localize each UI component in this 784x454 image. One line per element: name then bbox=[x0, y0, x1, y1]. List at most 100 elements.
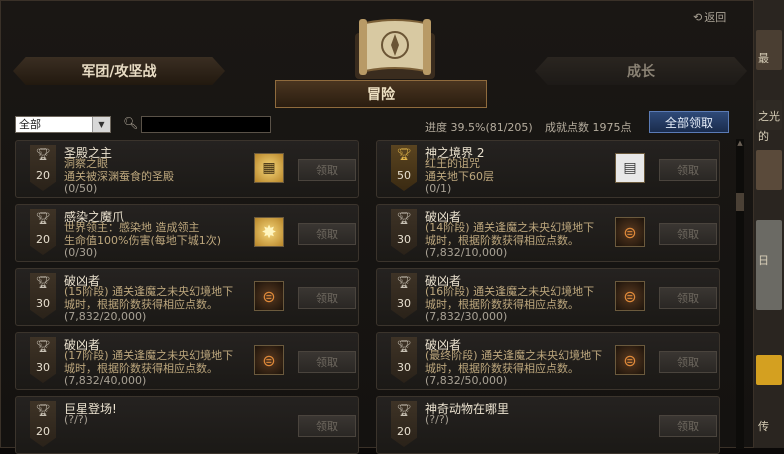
trophy-icon: 🏆︎ bbox=[35, 275, 51, 289]
tab-adventure[interactable]: 冒险 bbox=[275, 80, 487, 108]
achievement-card: 🏆︎ 50 神之境界 2 红王的诅咒 通关地下60层 (0/1) ▤ 领取 bbox=[376, 140, 720, 198]
achievement-description: (14阶段) 通关逢魔之未央幻境地下 城时，根据阶数获得相应点数。 bbox=[425, 221, 595, 247]
tab-legion-raid[interactable]: 军团/攻坚战 bbox=[13, 57, 225, 85]
gold-burst-icon: ✸ bbox=[254, 217, 284, 247]
achievement-progress: (0/50) bbox=[64, 182, 98, 195]
back-label: 返回 bbox=[704, 11, 727, 24]
trophy-badge: 🏆︎ 20 bbox=[391, 401, 417, 447]
trophy-badge: 🏆︎ 50 bbox=[391, 145, 417, 191]
achievement-points-value: 20 bbox=[397, 425, 411, 438]
tab-growth[interactable]: 成长 bbox=[535, 57, 747, 85]
trophy-icon: 🏆︎ bbox=[35, 403, 51, 417]
achievement-card: 🏆︎ 30 破凶者 (16阶段) 通关逢魔之未央幻境地下 城时，根据阶数获得相应点数。… bbox=[376, 268, 720, 326]
claim-button[interactable]: 领取 bbox=[659, 351, 717, 373]
scrollbar-thumb[interactable] bbox=[736, 193, 744, 211]
achievement-points-value: 30 bbox=[397, 233, 411, 246]
achievement-points-value: 30 bbox=[397, 297, 411, 310]
trophy-badge: 🏆︎ 30 bbox=[391, 209, 417, 255]
scroll-up-arrow-icon[interactable]: ▲ bbox=[736, 139, 744, 147]
claim-button[interactable]: 领取 bbox=[659, 415, 717, 437]
back-button[interactable]: ⟲ 返回 bbox=[693, 9, 726, 25]
return-arrow-icon: ⟲ bbox=[693, 10, 703, 24]
achievement-description: 洞察之眼 通关被深渊蚕食的圣殿 bbox=[64, 157, 174, 183]
gold-panel-icon: ▦ bbox=[254, 153, 284, 183]
claim-button[interactable]: 领取 bbox=[659, 159, 717, 181]
achievement-points-value: 30 bbox=[397, 361, 411, 374]
background-art bbox=[756, 355, 782, 385]
background-art bbox=[756, 150, 782, 190]
trophy-icon: 🏆︎ bbox=[396, 403, 412, 417]
achievement-points: 成就点数 1975点 bbox=[545, 121, 632, 134]
achievement-card: 🏆︎ 20 感染之魔爪 世界领主：感染地 造成领主 生命值100%伤害(每地下城1次)… bbox=[15, 204, 359, 262]
achievement-panel: ⟲ 返回 军团/攻坚战 成长 冒险 全部 ▼ 🔍︎ 进度 39.5%(81/20… bbox=[0, 0, 754, 454]
achievement-progress: (?/?) bbox=[64, 413, 88, 426]
achievement-progress: (0/1) bbox=[425, 182, 452, 195]
search-input[interactable] bbox=[141, 116, 271, 133]
achievement-description: 红王的诅咒 通关地下60层 bbox=[425, 157, 494, 183]
trophy-icon: 🏆︎ bbox=[35, 211, 51, 225]
achievement-progress: (?/?) bbox=[425, 413, 449, 426]
achievement-points-value: 20 bbox=[36, 425, 50, 438]
category-select-value: 全部 bbox=[19, 118, 41, 131]
trophy-badge: 🏆︎ 30 bbox=[30, 337, 56, 383]
achievement-progress: (0/30) bbox=[64, 246, 98, 259]
trophy-badge: 🏆︎ 30 bbox=[30, 273, 56, 319]
achievement-card: 🏆︎ 30 破凶者 (15阶段) 通关逢魔之未央幻境地下 城时，根据阶数获得相应点数。… bbox=[15, 268, 359, 326]
search-icon: 🔍︎ bbox=[123, 116, 139, 130]
trophy-icon: 🏆︎ bbox=[35, 339, 51, 353]
category-select[interactable]: 全部 ▼ bbox=[15, 116, 111, 133]
claim-button[interactable]: 领取 bbox=[298, 351, 356, 373]
achievement-card: 🏆︎ 20 巨星登场! (?/?) 领取 bbox=[15, 396, 359, 454]
trophy-badge: 🏆︎ 20 bbox=[30, 145, 56, 191]
achievement-card: 🏆︎ 30 破凶者 (17阶段) 通关逢魔之未央幻境地下 城时，根据阶数获得相应点数。… bbox=[15, 332, 359, 390]
trophy-icon: 🏆︎ bbox=[396, 339, 412, 353]
achievement-card: 🏆︎ 20 圣殿之主 洞察之眼 通关被深渊蚕食的圣殿 (0/50) ▦ 领取 bbox=[15, 140, 359, 198]
progress-text: 进度 39.5%(81/205) bbox=[425, 121, 533, 134]
achievement-points-value: 20 bbox=[36, 233, 50, 246]
dropdown-arrow-icon[interactable]: ▼ bbox=[92, 117, 110, 132]
achievement-description: (15阶段) 通关逢魔之未央幻境地下 城时，根据阶数获得相应点数。 bbox=[64, 285, 234, 311]
side-text: 之光 bbox=[758, 110, 780, 123]
rune-emblem-icon: ⊜ bbox=[254, 281, 284, 311]
trophy-icon: 🏆︎ bbox=[396, 275, 412, 289]
claim-button[interactable]: 领取 bbox=[298, 287, 356, 309]
achievement-card: 🏆︎ 30 破凶者 (14阶段) 通关逢魔之未央幻境地下 城时，根据阶数获得相应点数。… bbox=[376, 204, 720, 262]
trophy-badge: 🏆︎ 30 bbox=[391, 273, 417, 319]
achievement-progress: (7,832/40,000) bbox=[64, 374, 147, 387]
achievement-description: (17阶段) 通关逢魔之未央幻境地下 城时，根据阶数获得相应点数。 bbox=[64, 349, 234, 375]
achievement-card: 🏆︎ 30 破凶者 (最终阶段) 通关逢魔之未央幻境地下 城时，根据阶数获得相应点数。… bbox=[376, 332, 720, 390]
side-text: 最 bbox=[758, 52, 769, 65]
achievement-card: 🏆︎ 20 神奇动物在哪里 (?/?) 领取 bbox=[376, 396, 720, 454]
rune-emblem-icon: ⊜ bbox=[254, 345, 284, 375]
trophy-badge: 🏆︎ 20 bbox=[30, 209, 56, 255]
achievement-points-value: 50 bbox=[397, 169, 411, 182]
achievement-progress: (7,832/20,000) bbox=[64, 310, 147, 323]
achievement-progress: (7,832/50,000) bbox=[425, 374, 508, 387]
background-game-strip: 最 之光 的 日 传 bbox=[754, 0, 784, 448]
side-text: 日 bbox=[758, 254, 769, 267]
achievement-points-value: 30 bbox=[36, 361, 50, 374]
side-text: 传 bbox=[758, 420, 769, 433]
trophy-icon: 🏆︎ bbox=[35, 147, 51, 161]
claim-button[interactable]: 领取 bbox=[298, 223, 356, 245]
trophy-badge: 🏆︎ 30 bbox=[391, 337, 417, 383]
rune-emblem-icon: ⊜ bbox=[615, 217, 645, 247]
achievement-description: (16阶段) 通关逢魔之未央幻境地下 城时，根据阶数获得相应点数。 bbox=[425, 285, 595, 311]
claim-button[interactable]: 领取 bbox=[659, 223, 717, 245]
trophy-icon: 🏆︎ bbox=[396, 211, 412, 225]
claim-button[interactable]: 领取 bbox=[659, 287, 717, 309]
trophy-icon: 🏆︎ bbox=[396, 147, 412, 161]
claim-all-button[interactable]: 全部领取 bbox=[649, 111, 729, 133]
achievement-progress: (7,832/10,000) bbox=[425, 246, 508, 259]
achievement-description: (最终阶段) 通关逢魔之未央幻境地下 城时，根据阶数获得相应点数。 bbox=[425, 349, 603, 375]
claim-button[interactable]: 领取 bbox=[298, 159, 356, 181]
scroll-compass-emblem bbox=[355, 19, 435, 79]
achievement-points-value: 20 bbox=[36, 169, 50, 182]
claim-button[interactable]: 领取 bbox=[298, 415, 356, 437]
scroll-paper-icon: ▤ bbox=[615, 153, 645, 183]
achievement-description: 世界领主：感染地 造成领主 生命值100%伤害(每地下城1次) bbox=[64, 221, 222, 247]
achievement-progress: (7,832/30,000) bbox=[425, 310, 508, 323]
scrollbar-track[interactable] bbox=[736, 139, 744, 449]
side-text: 的 bbox=[758, 130, 769, 143]
achievement-points-value: 30 bbox=[36, 297, 50, 310]
